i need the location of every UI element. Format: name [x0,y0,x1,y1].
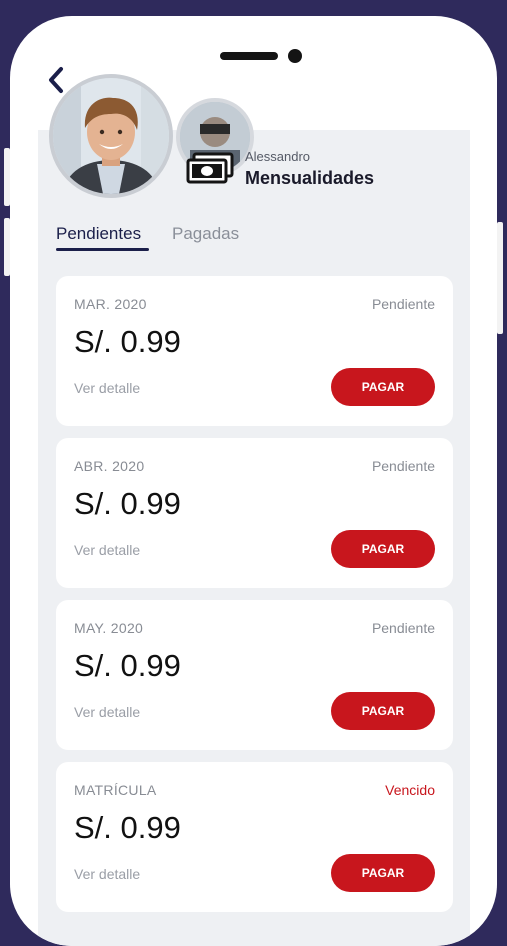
status-badge: Vencido [385,782,435,798]
tab-pagadas[interactable]: Pagadas [172,224,239,244]
pay-button[interactable]: PAGAR [331,692,435,730]
card-period: ABR. 2020 [74,458,145,474]
status-badge: Pendiente [371,296,435,312]
view-detail-link[interactable]: Ver detalle [74,380,140,396]
view-detail-link[interactable]: Ver detalle [74,866,140,882]
card-amount: S/. 0.99 [74,324,181,359]
banknote-icon [186,152,234,184]
view-detail-link[interactable]: Ver detalle [74,542,140,558]
payment-card: MATRÍCULA Vencido S/. 0.99 Ver detalle P… [56,762,453,912]
avatar-main-photo [53,78,169,194]
pay-button[interactable]: PAGAR [331,530,435,568]
phone-side-button-right [497,222,503,334]
card-period: MATRÍCULA [74,782,157,798]
page-title: Mensualidades [245,168,375,188]
card-amount: S/. 0.99 [74,486,181,521]
phone-speaker [220,52,278,60]
card-period: MAR. 2020 [74,296,147,312]
active-tab-indicator [56,248,149,251]
tab-pendientes[interactable]: Pendientes [56,224,141,244]
child-name: Alessandro [245,149,311,164]
card-amount: S/. 0.99 [74,810,181,845]
status-badge: Pendiente [371,620,435,636]
phone-frame: Alessandro Mensualidades Pendientes Paga… [10,16,497,946]
phone-camera [288,49,302,63]
status-badge: Pendiente [371,458,435,474]
payment-card: MAY. 2020 Pendiente S/. 0.99 Ver detalle… [56,600,453,750]
pay-button[interactable]: PAGAR [331,368,435,406]
card-amount: S/. 0.99 [74,648,181,683]
payment-card: ABR. 2020 Pendiente S/. 0.99 Ver detalle… [56,438,453,588]
view-detail-link[interactable]: Ver detalle [74,704,140,720]
card-period: MAY. 2020 [74,620,144,636]
pay-button[interactable]: PAGAR [331,854,435,892]
payment-card: MAR. 2020 Pendiente S/. 0.99 Ver detalle… [56,276,453,426]
avatar-main[interactable] [49,74,173,198]
